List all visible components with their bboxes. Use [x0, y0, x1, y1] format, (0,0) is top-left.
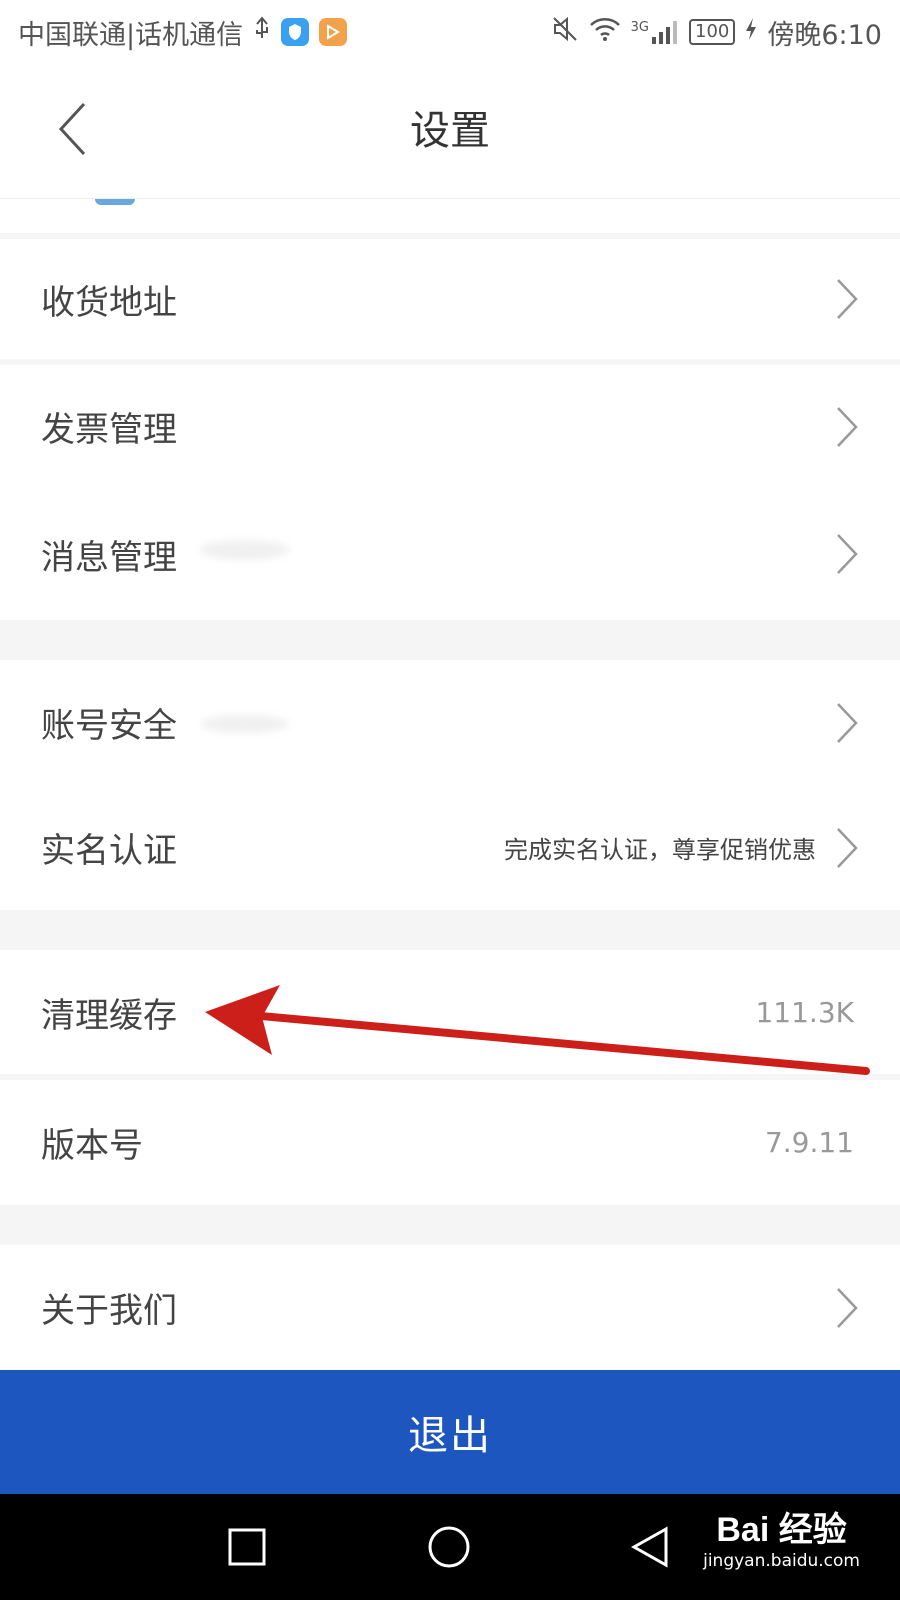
row-label: 实名认证: [41, 831, 177, 871]
version-value: 7.9.11: [764, 1126, 854, 1159]
shield-app-icon: [281, 18, 310, 46]
mute-icon: [551, 15, 579, 50]
chevron-right-icon: [834, 827, 860, 869]
section-divider: [0, 620, 900, 660]
chevron-left-icon: [58, 102, 86, 156]
row-shipping-address[interactable]: 收货地址: [0, 239, 900, 359]
network-type: 3G: [630, 20, 649, 35]
row-label: 发票管理: [41, 410, 177, 450]
wifi-icon: [589, 16, 621, 49]
chevron-right-icon: [834, 406, 860, 448]
row-account-security[interactable]: 账号安全: [0, 660, 900, 785]
status-bar: 中国联通|话机通信 3G 100 傍晚6:10: [0, 0, 900, 64]
video-app-icon: [319, 18, 348, 46]
row-version: 版本号 7.9.11: [0, 1080, 900, 1205]
carrier-text: 中国联通|话机通信: [18, 19, 244, 51]
chevron-right-icon: [834, 1287, 860, 1329]
battery-indicator: 100: [689, 19, 736, 45]
chevron-right-icon: [834, 278, 860, 320]
system-nav-bar: Bai 经验 jingyan.baidu.com: [0, 1494, 900, 1600]
square-icon: [228, 1528, 266, 1566]
row-about-us[interactable]: 关于我们: [0, 1245, 900, 1370]
row-label: 账号安全: [41, 706, 177, 746]
usb-icon: [253, 15, 271, 49]
row-description: 完成实名认证，尊享促销优惠: [504, 836, 816, 864]
home-button[interactable]: [428, 1526, 470, 1568]
row-real-name-verification[interactable]: 实名认证 完成实名认证，尊享促销优惠: [0, 785, 900, 910]
section-divider: [0, 910, 900, 950]
watermark: Bai 经验 jingyan.baidu.com: [703, 1502, 860, 1571]
chevron-right-icon: [834, 533, 860, 575]
row-label: 收货地址: [41, 282, 177, 323]
watermark-logo: Bai 经验: [716, 1511, 847, 1549]
status-left: 中国联通|话机通信: [18, 13, 348, 52]
circle-icon: [428, 1526, 470, 1568]
cache-size-value: 111.3K: [755, 995, 854, 1029]
chevron-right-icon: [834, 702, 860, 744]
back-nav-button[interactable]: [630, 1526, 670, 1568]
clock: 傍晚6:10: [767, 19, 882, 51]
smudge: [200, 540, 290, 560]
row-message-management[interactable]: 消息管理: [0, 488, 900, 620]
scrolled-row: [0, 199, 900, 233]
watermark-url: jingyan.baidu.com: [703, 1551, 860, 1571]
charging-icon: [745, 17, 757, 48]
logout-button[interactable]: 退出: [0, 1370, 900, 1494]
signal-icon: 3G: [631, 19, 679, 45]
smudge: [200, 715, 290, 733]
row-invoice-management[interactable]: 发票管理: [0, 365, 900, 488]
row-label: 版本号: [41, 1126, 143, 1166]
triangle-back-icon: [630, 1526, 668, 1568]
page-title: 设置: [410, 108, 490, 154]
row-clear-cache[interactable]: 清理缓存 111.3K: [0, 950, 900, 1074]
status-right: 3G 100 傍晚6:10: [551, 13, 882, 52]
recent-apps-button[interactable]: [228, 1528, 266, 1566]
row-label: 消息管理: [41, 537, 177, 578]
back-button[interactable]: [42, 94, 102, 164]
section-divider: [0, 1205, 900, 1245]
page-header: 设置: [0, 64, 900, 199]
row-label: 清理缓存: [41, 995, 177, 1036]
row-label: 关于我们: [41, 1291, 177, 1331]
avatar-edge: [95, 199, 135, 205]
